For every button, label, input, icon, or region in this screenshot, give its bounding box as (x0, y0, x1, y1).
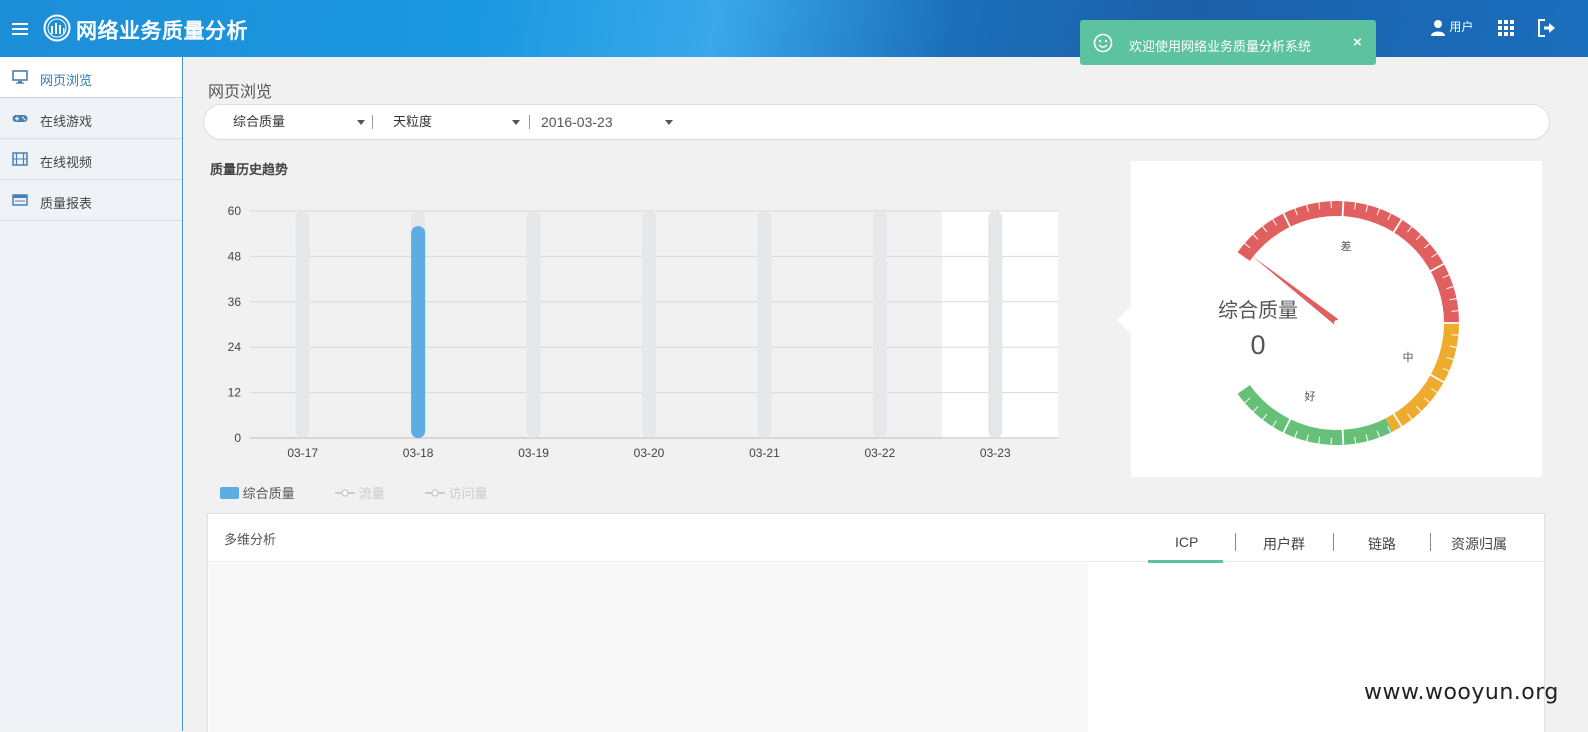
gauge-major-tick (1342, 427, 1343, 445)
sidebar-item-quality-report[interactable]: 质量报表 (0, 180, 182, 221)
gauge-major-tick (1342, 201, 1343, 219)
filter-bar: 综合质量 天粒度 2016-03-23 (203, 104, 1550, 140)
sidebar-item-online-games[interactable]: 在线游戏 (0, 98, 182, 139)
chevron-down-icon (665, 120, 673, 125)
gauge-arc-medium (1386, 323, 1459, 432)
quality-trend-chart: 0 12 24 36 48 60 03-17 03-18 03-19 03-20 03-21 03-… (203, 195, 1073, 475)
bar-track (988, 211, 1002, 438)
legend-label: 综合质量 (243, 486, 295, 501)
tab-divider (1235, 533, 1236, 551)
sidebar-item-label: 在线游戏 (40, 111, 92, 130)
date-picker[interactable]: 2016-03-23 (541, 105, 681, 139)
y-tick-label: 0 (234, 431, 241, 445)
gauge-zone-label-bad: 差 (1341, 239, 1352, 253)
y-tick-label: 12 (228, 386, 242, 400)
tab-divider (1430, 533, 1431, 551)
sidebar-item-label: 在线视频 (40, 152, 92, 171)
report-icon (12, 193, 28, 207)
gauge-minor-tick (1451, 335, 1458, 336)
active-tab-indicator (1148, 560, 1223, 563)
toast-close-button[interactable]: × (1353, 34, 1362, 51)
analysis-content-area (209, 563, 1088, 732)
logout-icon[interactable] (1537, 19, 1556, 37)
line-marker-icon (335, 488, 355, 498)
chevron-down-icon (512, 120, 520, 125)
logo-icon (43, 14, 71, 42)
tab-link[interactable]: 链路 (1368, 534, 1396, 554)
user-menu[interactable]: 用户 (1430, 18, 1473, 37)
tab-user-group[interactable]: 用户群 (1263, 534, 1305, 554)
divider (529, 115, 530, 129)
granularity-select-value: 天粒度 (393, 114, 432, 129)
legend-item-visits[interactable]: 访问量 (425, 483, 488, 502)
x-tick-label: 03-18 (403, 446, 434, 460)
y-tick-label: 24 (228, 340, 242, 354)
x-tick-label: 03-17 (287, 446, 318, 460)
bar-track (642, 211, 656, 438)
user-icon (1430, 19, 1446, 37)
y-tick-label: 36 (228, 295, 242, 309)
y-tick-label: 60 (228, 204, 242, 218)
x-tick-label: 03-20 (634, 446, 665, 460)
legend-item-quality[interactable]: 综合质量 (220, 483, 295, 502)
x-tick-label: 03-19 (518, 446, 549, 460)
panel-title: 多维分析 (224, 529, 276, 548)
card-pointer (1117, 306, 1131, 334)
bar (411, 226, 425, 438)
monitor-icon (12, 70, 28, 84)
sidebar-item-label: 网页浏览 (40, 70, 92, 89)
legend-label: 访问量 (449, 486, 488, 501)
smile-icon (1093, 33, 1113, 53)
x-tick-label: 03-22 (865, 446, 896, 460)
granularity-select[interactable]: 天粒度 (393, 105, 523, 139)
welcome-toast: 欢迎使用网络业务质量分析系统 × (1080, 20, 1376, 65)
app-title: 网络业务质量分析 (76, 15, 248, 45)
y-tick-label: 48 (228, 249, 242, 263)
line-marker-icon (425, 488, 445, 498)
tab-icp[interactable]: ICP (1175, 534, 1198, 550)
gauge-zone-label-medium: 中 (1403, 351, 1414, 364)
multi-analysis-panel: 多维分析 ICP 用户群 链路 资源归属 (207, 513, 1545, 732)
apps-grid-icon[interactable] (1498, 20, 1514, 36)
gauge-zone-label-good: 好 (1305, 389, 1316, 403)
bar-track (757, 211, 771, 438)
bar-track (296, 211, 310, 438)
gamepad-icon (12, 111, 28, 125)
tab-divider (1333, 533, 1334, 551)
x-tick-label: 03-23 (980, 446, 1011, 460)
page-title: 网页浏览 (208, 78, 272, 102)
divider (208, 561, 1544, 562)
film-icon (12, 152, 28, 166)
toast-message: 欢迎使用网络业务质量分析系统 (1129, 36, 1311, 55)
gauge-minor-tick (1451, 311, 1458, 312)
date-value: 2016-03-23 (541, 114, 613, 130)
sidebar-item-label: 质量报表 (40, 193, 92, 212)
sidebar-item-online-video[interactable]: 在线视频 (0, 139, 182, 180)
user-label: 用户 (1449, 20, 1473, 34)
divider (372, 115, 373, 129)
legend-swatch (220, 487, 239, 499)
quality-gauge: 差 中 好 综合质量 0 (1131, 161, 1542, 477)
sidebar: 网页浏览 在线游戏 在线视频 质量报表 (0, 57, 183, 731)
bar-track (873, 211, 887, 438)
tab-resource-owner[interactable]: 资源归属 (1451, 534, 1507, 554)
gauge-needle-pivot (1334, 320, 1340, 326)
metric-select[interactable]: 综合质量 (233, 105, 363, 139)
chevron-down-icon (357, 120, 365, 125)
legend-item-traffic[interactable]: 流量 (335, 483, 385, 502)
metric-select-value: 综合质量 (233, 114, 285, 129)
watermark: www.wooyun.org (1364, 680, 1559, 705)
x-tick-label: 03-21 (749, 446, 780, 460)
bar-track (527, 211, 541, 438)
legend-label: 流量 (359, 486, 385, 501)
chart-title: 质量历史趋势 (210, 159, 288, 178)
gauge-value: 0 (1250, 330, 1265, 360)
menu-icon[interactable] (12, 23, 28, 35)
sidebar-item-web-browsing[interactable]: 网页浏览 (0, 57, 182, 98)
gauge-label: 综合质量 (1218, 299, 1298, 322)
